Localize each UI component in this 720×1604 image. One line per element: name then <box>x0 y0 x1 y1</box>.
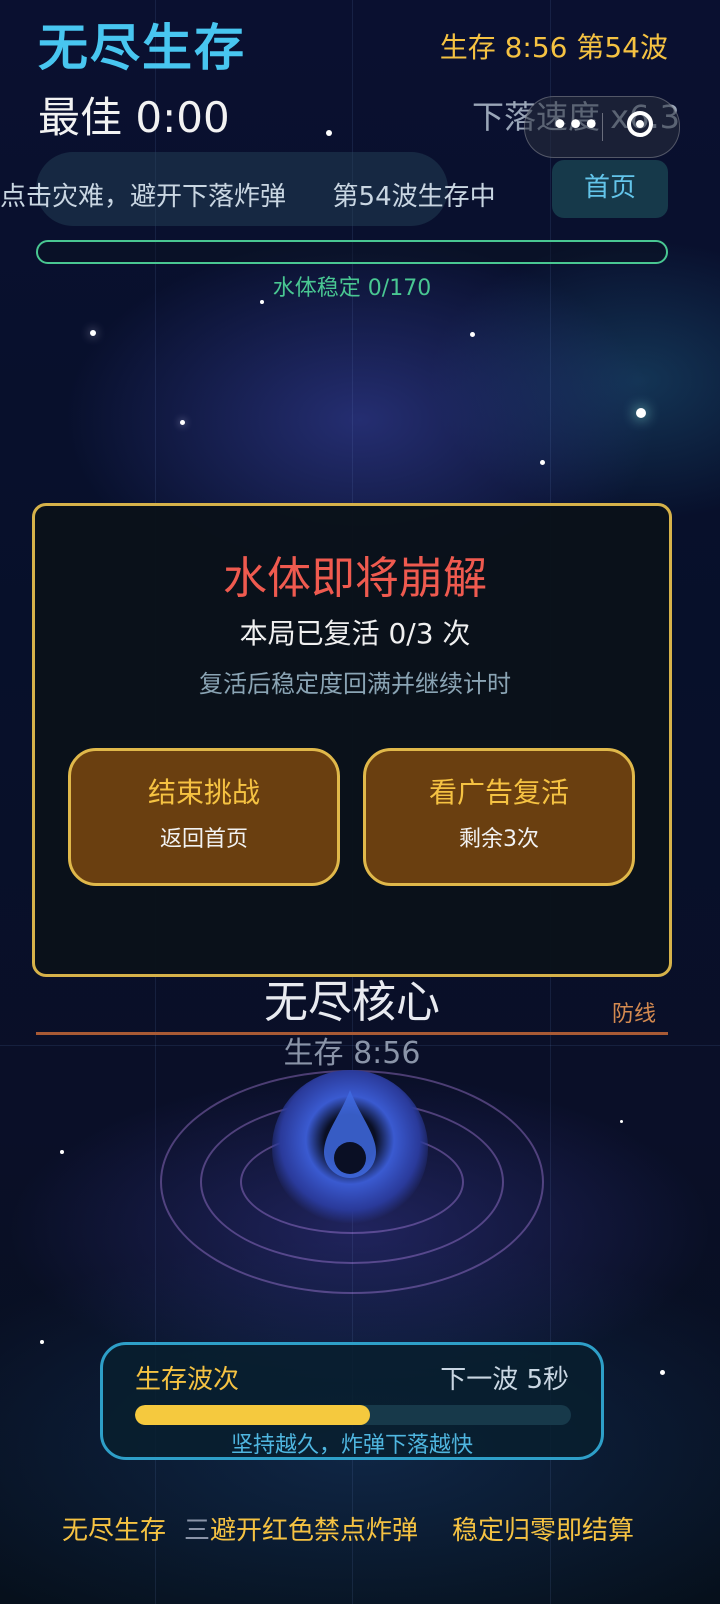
wave-progress-bar <box>135 1405 571 1425</box>
star <box>660 1370 665 1375</box>
star <box>60 1150 64 1154</box>
target-circle-icon[interactable] <box>627 111 653 137</box>
star <box>620 1120 623 1123</box>
revives-remaining: 剩余3次 <box>459 827 539 852</box>
revive-dialog: 水体即将崩解 本局已复活 0/3 次 复活后稳定度回满并继续计时 结束挑战 返回… <box>32 503 672 977</box>
star <box>40 1340 44 1344</box>
menu-glyph: 三 <box>184 1516 211 1546</box>
stability-label: 水体稳定 0/170 <box>272 276 432 301</box>
end-challenge-sub: 返回首页 <box>159 827 248 852</box>
star <box>90 330 96 336</box>
next-wave-countdown: 下一波 5秒 <box>440 1365 569 1395</box>
defense-line <box>36 1032 668 1035</box>
star <box>180 420 185 425</box>
hint-banner: 点击灾难，避开下落炸弹 第54波生存中 <box>0 176 496 213</box>
wave-panel-label: 生存波次 <box>135 1365 240 1395</box>
dialog-title: 水体即将崩解 <box>223 553 487 604</box>
watch-ad-revive-label: 看广告复活 <box>428 776 569 809</box>
wave-tip: 坚持越久，炸弹下落越快 <box>230 1433 473 1458</box>
more-dots-icon[interactable]: ••• <box>551 111 600 141</box>
survival-wave-status: 生存 8:56 第54波 <box>439 31 668 64</box>
watch-ad-revive-button[interactable]: 看广告复活 剩余3次 <box>363 748 635 886</box>
footer-tip-settle: 稳定归零即结算 <box>452 1516 635 1546</box>
wave-panel: 生存波次 下一波 5秒 坚持越久，炸弹下落越快 <box>100 1342 604 1460</box>
footer-tip-text: 避开红色禁点炸弹 <box>210 1516 419 1546</box>
hint-text: 点击灾难，避开下落炸弹 <box>0 182 287 212</box>
capsule-divider <box>602 113 603 141</box>
end-challenge-button[interactable]: 结束挑战 返回首页 <box>68 748 340 886</box>
star <box>470 332 475 337</box>
footer-mode: 无尽生存 <box>62 1516 167 1546</box>
home-button[interactable]: 首页 <box>552 160 668 218</box>
revive-count: 本局已复活 0/3 次 <box>239 617 471 650</box>
best-score: 最佳 0:00 <box>38 93 230 142</box>
footer-tip-bombs: 三避开红色禁点炸弹 <box>184 1510 418 1547</box>
revive-description: 复活后稳定度回满并继续计时 <box>199 670 511 698</box>
water-drop-icon <box>324 1090 376 1178</box>
defense-line-label: 防线 <box>612 1002 657 1027</box>
miniprogram-capsule: ••• <box>524 96 680 158</box>
game-title: 无尽生存 <box>38 19 246 77</box>
wave-progress-fill <box>135 1405 371 1425</box>
end-challenge-label: 结束挑战 <box>147 776 260 809</box>
stability-bar <box>36 240 668 264</box>
star <box>326 130 332 136</box>
wave-status-text: 第54波生存中 <box>332 182 496 212</box>
star <box>540 460 545 465</box>
star <box>636 408 646 418</box>
